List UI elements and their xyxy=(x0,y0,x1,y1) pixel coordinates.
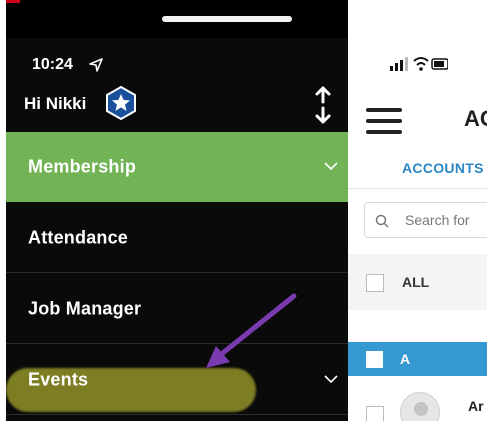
greeting: Hi Nikki xyxy=(24,94,87,113)
contact-name: Ar xyxy=(468,398,484,414)
annotation-arrow-icon xyxy=(196,290,306,381)
navigation-drawer: 10:24 Hi Nikki Membership Attendance Job… xyxy=(6,0,348,421)
tab-divider xyxy=(348,188,487,189)
contact-checkbox[interactable] xyxy=(366,406,384,421)
chevron-down-icon xyxy=(324,371,338,389)
menu-item-attendance[interactable]: Attendance xyxy=(6,203,348,273)
menu-item-label: Events xyxy=(28,369,89,389)
tab-accounts[interactable]: ACCOUNTS xyxy=(402,160,484,176)
section-checkbox[interactable] xyxy=(366,351,383,368)
star-badge-icon[interactable] xyxy=(103,85,139,126)
accounts-screen: AC ACCOUNTS Search for ALL A Ar xyxy=(348,0,487,421)
home-indicator xyxy=(162,16,292,22)
search-placeholder: Search for xyxy=(405,212,470,228)
chevron-down-icon xyxy=(324,158,338,176)
status-icons xyxy=(390,56,449,77)
search-input[interactable]: Search for xyxy=(364,202,487,238)
search-icon xyxy=(375,214,389,233)
sort-up-down-icon[interactable] xyxy=(312,85,334,130)
status-time: 10:24 xyxy=(32,56,73,73)
hamburger-menu-icon[interactable] xyxy=(366,108,402,139)
page-title: AC xyxy=(464,106,487,131)
section-header: A xyxy=(348,342,487,376)
select-all-row: ALL xyxy=(348,254,487,310)
menu-item-label: Attendance xyxy=(28,227,129,247)
section-letter: A xyxy=(400,351,411,367)
list-item[interactable]: Ar xyxy=(348,376,487,421)
menu-item-label: Job Manager xyxy=(28,298,142,318)
select-all-checkbox[interactable] xyxy=(366,274,384,292)
avatar xyxy=(400,392,440,421)
red-mark xyxy=(6,0,20,3)
menu-item-membership[interactable]: Membership xyxy=(6,132,348,202)
top-strip xyxy=(6,0,348,38)
menu-item-label: Membership xyxy=(28,156,137,177)
location-arrow-icon xyxy=(89,58,103,77)
select-all-label: ALL xyxy=(402,274,430,290)
